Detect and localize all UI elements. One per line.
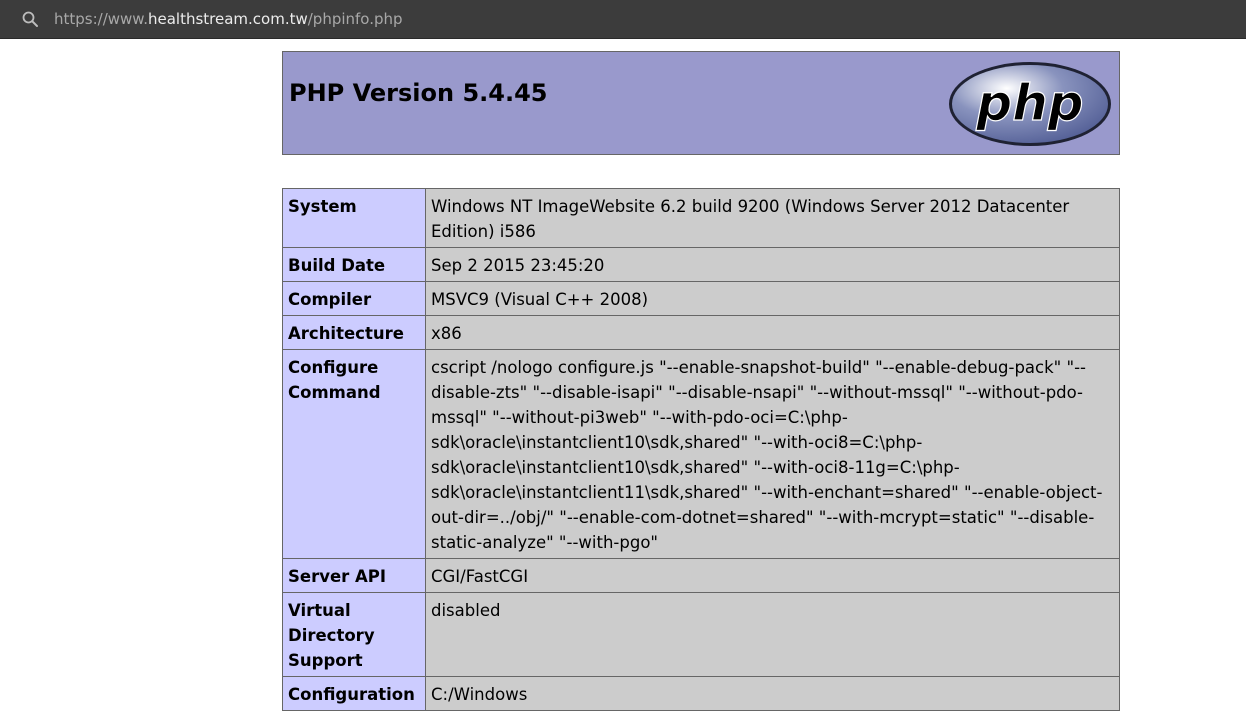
table-row: Build Date Sep 2 2015 23:45:20 [282, 247, 1120, 282]
phpinfo-page: PHP Version 5.4.45 php System Windows NT … [282, 51, 1120, 711]
page-title: PHP Version 5.4.45 [289, 79, 548, 107]
row-label: Build Date [282, 247, 426, 282]
system-info-table: System Windows NT ImageWebsite 6.2 build … [282, 188, 1120, 711]
row-label: Configure Command [282, 349, 426, 559]
row-label: Configuration [282, 676, 426, 711]
row-value: C:/Windows [425, 676, 1120, 711]
row-value: MSVC9 (Visual C++ 2008) [425, 281, 1120, 316]
table-row: Configure Command cscript /nologo configu… [282, 349, 1120, 559]
row-value: disabled [425, 592, 1120, 677]
url-host: healthstream.com.tw [147, 10, 308, 28]
row-label: Compiler [282, 281, 426, 316]
php-logo-text: php [975, 74, 1083, 132]
row-label: Virtual Directory Support [282, 592, 426, 677]
row-value: Windows NT ImageWebsite 6.2 build 9200 (… [425, 188, 1120, 248]
row-value: CGI/FastCGI [425, 558, 1120, 593]
table-row: System Windows NT ImageWebsite 6.2 build … [282, 188, 1120, 248]
php-logo-icon[interactable]: php [947, 60, 1113, 148]
row-value: Sep 2 2015 23:45:20 [425, 247, 1120, 282]
address-bar[interactable]: https://www.healthstream.com.tw/phpinfo.… [0, 0, 1246, 39]
php-version-header: PHP Version 5.4.45 php [282, 51, 1120, 155]
row-label: System [282, 188, 426, 248]
search-icon [22, 11, 38, 27]
url-text[interactable]: https://www.healthstream.com.tw/phpinfo.… [54, 9, 403, 29]
row-value: cscript /nologo configure.js "--enable-s… [425, 349, 1120, 559]
table-row: Server API CGI/FastCGI [282, 558, 1120, 593]
row-label: Server API [282, 558, 426, 593]
table-row: Configuration C:/Windows [282, 676, 1120, 711]
url-prefix: https://www. [54, 10, 148, 28]
row-label: Architecture [282, 315, 426, 350]
url-path: /phpinfo.php [307, 10, 403, 28]
row-value: x86 [425, 315, 1120, 350]
table-row: Virtual Directory Support disabled [282, 592, 1120, 677]
table-row: Compiler MSVC9 (Visual C++ 2008) [282, 281, 1120, 316]
table-row: Architecture x86 [282, 315, 1120, 350]
